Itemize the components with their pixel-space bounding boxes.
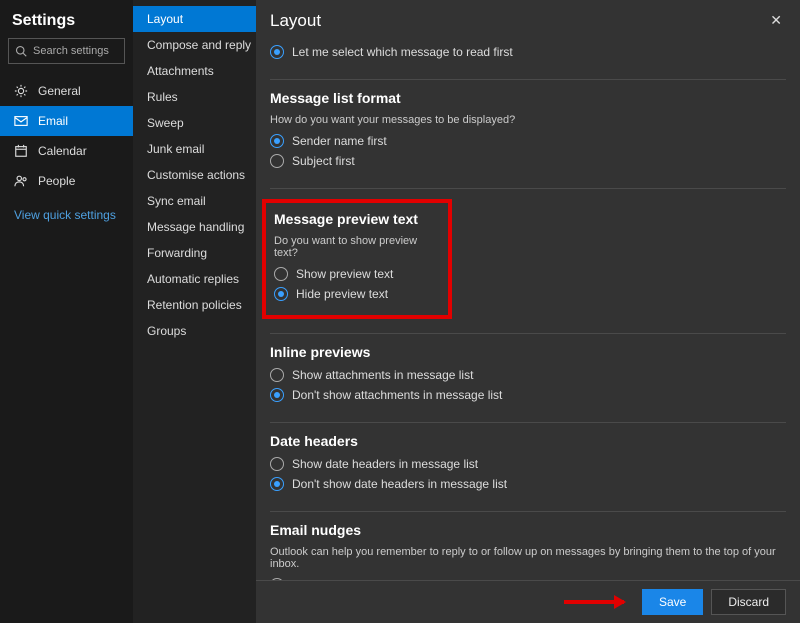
nav-layout[interactable]: Layout bbox=[133, 6, 256, 32]
sidebar-item-general[interactable]: General bbox=[0, 76, 133, 106]
nav-compose-reply[interactable]: Compose and reply bbox=[133, 32, 256, 58]
section-desc: Outlook can help you remember to reply t… bbox=[270, 546, 786, 570]
search-placeholder: Search settings bbox=[33, 45, 109, 57]
people-icon bbox=[14, 174, 28, 188]
nav-junk-email[interactable]: Junk email bbox=[133, 136, 256, 162]
sidebar-item-label: People bbox=[38, 174, 75, 188]
save-button[interactable]: Save bbox=[642, 589, 703, 615]
page-title: Layout bbox=[270, 11, 766, 31]
radio-label: Show preview text bbox=[296, 267, 393, 281]
radio-read-first[interactable]: Let me select which message to read firs… bbox=[270, 45, 786, 59]
nav-sweep[interactable]: Sweep bbox=[133, 110, 256, 136]
sidebar-item-email[interactable]: Email bbox=[0, 106, 133, 136]
radio-label: Let me select which message to read firs… bbox=[292, 45, 513, 59]
calendar-icon bbox=[14, 144, 28, 158]
radio-icon bbox=[274, 287, 288, 301]
section-date-headers: Date headers Show date headers in messag… bbox=[270, 423, 786, 512]
search-input[interactable]: Search settings bbox=[8, 38, 125, 64]
radio-icon bbox=[274, 267, 288, 281]
nav-customise-actions[interactable]: Customise actions bbox=[133, 162, 256, 188]
highlight-annotation: Message preview text Do you want to show… bbox=[262, 199, 452, 319]
section-desc: Do you want to show preview text? bbox=[274, 235, 440, 259]
sidebar-item-label: Calendar bbox=[38, 144, 87, 158]
radio-icon bbox=[270, 134, 284, 148]
radio-hide-attachments[interactable]: Don't show attachments in message list bbox=[270, 388, 786, 402]
radio-icon bbox=[270, 154, 284, 168]
footer-bar: Save Discard bbox=[256, 580, 800, 623]
radio-subject-first[interactable]: Subject first bbox=[270, 154, 786, 168]
radio-hide-preview[interactable]: Hide preview text bbox=[274, 287, 440, 301]
close-icon[interactable]: ✕ bbox=[766, 8, 786, 33]
nav-retention-policies[interactable]: Retention policies bbox=[133, 292, 256, 318]
radio-label: Show date headers in message list bbox=[292, 457, 478, 471]
sidebar-item-calendar[interactable]: Calendar bbox=[0, 136, 133, 166]
section-message-list-format: Message list format How do you want your… bbox=[270, 80, 786, 189]
settings-scroll[interactable]: Let me select which message to read firs… bbox=[256, 39, 800, 580]
section-desc: How do you want your messages to be disp… bbox=[270, 114, 786, 126]
radio-label: Show attachments in message list bbox=[292, 368, 473, 382]
radio-icon bbox=[270, 388, 284, 402]
gear-icon bbox=[14, 84, 28, 98]
radio-icon bbox=[270, 45, 284, 59]
section-heading: Inline previews bbox=[270, 344, 786, 360]
sidebar-item-label: Email bbox=[38, 114, 68, 128]
radio-icon bbox=[270, 368, 284, 382]
section-heading: Message preview text bbox=[274, 211, 440, 227]
radio-label: Hide preview text bbox=[296, 287, 388, 301]
radio-sender-first[interactable]: Sender name first bbox=[270, 134, 786, 148]
nav-automatic-replies[interactable]: Automatic replies bbox=[133, 266, 256, 292]
mail-icon bbox=[14, 114, 28, 128]
nav-attachments[interactable]: Attachments bbox=[133, 58, 256, 84]
radio-label: Subject first bbox=[292, 154, 355, 168]
radio-icon bbox=[270, 457, 284, 471]
view-quick-settings-link[interactable]: View quick settings bbox=[0, 196, 133, 234]
radio-label: Don't show date headers in message list bbox=[292, 477, 507, 491]
radio-icon bbox=[270, 477, 284, 491]
section-inline-previews: Inline previews Show attachments in mess… bbox=[270, 334, 786, 423]
sidebar-item-label: General bbox=[38, 84, 81, 98]
section-message-preview-text: Message preview text Do you want to show… bbox=[270, 189, 786, 334]
nav-forwarding[interactable]: Forwarding bbox=[133, 240, 256, 266]
settings-sidebar: Settings Search settings General Email C… bbox=[0, 0, 133, 623]
section-heading: Email nudges bbox=[270, 522, 786, 538]
settings-title: Settings bbox=[0, 8, 133, 38]
radio-show-attachments[interactable]: Show attachments in message list bbox=[270, 368, 786, 382]
nav-message-handling[interactable]: Message handling bbox=[133, 214, 256, 240]
section-heading: Message list format bbox=[270, 90, 786, 106]
radio-hide-date-headers[interactable]: Don't show date headers in message list bbox=[270, 477, 786, 491]
section-email-nudges: Email nudges Outlook can help you rememb… bbox=[270, 512, 786, 580]
main-panel: Layout ✕ Let me select which message to … bbox=[256, 0, 800, 623]
sidebar-item-people[interactable]: People bbox=[0, 166, 133, 196]
radio-label: Don't show attachments in message list bbox=[292, 388, 502, 402]
nav-sync-email[interactable]: Sync email bbox=[133, 188, 256, 214]
search-icon bbox=[15, 45, 27, 57]
nav-rules[interactable]: Rules bbox=[133, 84, 256, 110]
arrow-annotation bbox=[564, 600, 624, 604]
radio-label: Sender name first bbox=[292, 134, 387, 148]
radio-show-preview[interactable]: Show preview text bbox=[274, 267, 440, 281]
discard-button[interactable]: Discard bbox=[711, 589, 786, 615]
nav-groups[interactable]: Groups bbox=[133, 318, 256, 344]
category-sidebar: Layout Compose and reply Attachments Rul… bbox=[133, 0, 256, 623]
section-heading: Date headers bbox=[270, 433, 786, 449]
radio-show-date-headers[interactable]: Show date headers in message list bbox=[270, 457, 786, 471]
